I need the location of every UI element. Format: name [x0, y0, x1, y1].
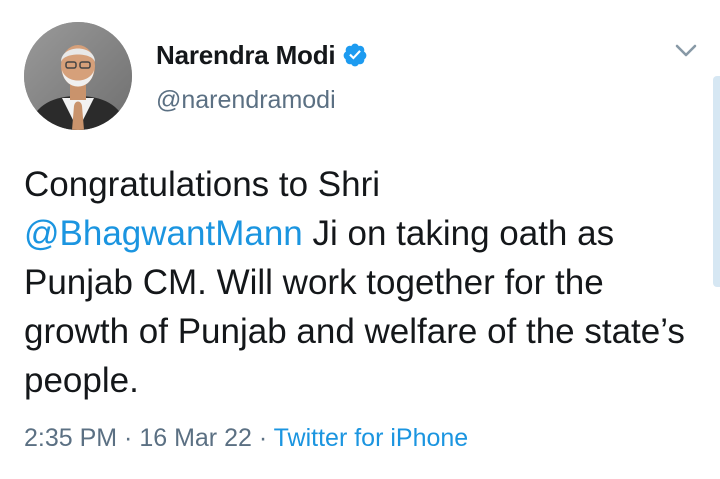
tweet-source-link[interactable]: Twitter for iPhone: [274, 424, 469, 452]
tweet-date[interactable]: 16 Mar 22: [139, 424, 252, 452]
profile-photo-icon: [24, 22, 132, 130]
author-name-row[interactable]: Narendra Modi: [156, 38, 368, 72]
author-display-name[interactable]: Narendra Modi: [156, 40, 336, 71]
tweet-text: Congratulations to Shri @BhagwantMann Ji …: [24, 160, 704, 405]
tweet-meta: 2:35 PM · 16 Mar 22 · Twitter for iPhone: [24, 424, 468, 453]
scroll-indicator[interactable]: [713, 76, 720, 287]
tweet-text-part1: Congratulations to Shri: [24, 165, 381, 204]
mention-link[interactable]: @BhagwantMann: [24, 214, 303, 253]
tweet-card: Narendra Modi @narendramodi Congratulati…: [0, 0, 720, 479]
author-handle[interactable]: @narendramodi: [156, 86, 336, 115]
verified-badge-icon: [344, 43, 367, 67]
meta-separator: ·: [117, 424, 140, 452]
avatar[interactable]: [24, 22, 132, 130]
tweet-time[interactable]: 2:35 PM: [24, 424, 117, 452]
chevron-down-icon[interactable]: [671, 38, 701, 62]
meta-separator-2: ·: [251, 424, 274, 452]
